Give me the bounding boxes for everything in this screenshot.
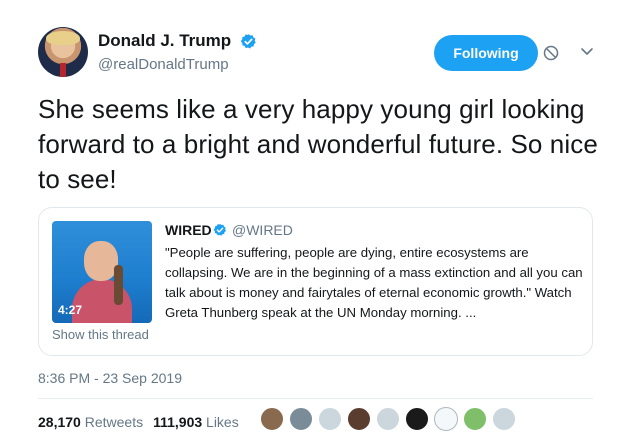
liker-avatar[interactable] [492, 407, 516, 431]
quoted-tweet-text: "People are suffering, people are dying,… [165, 245, 583, 320]
liker-avatar[interactable] [347, 407, 371, 431]
thumbnail-figure-braid [114, 265, 123, 305]
avatar-tie [60, 63, 66, 77]
quoted-verified-badge-icon [213, 223, 226, 236]
avatar-hair [46, 31, 80, 45]
tweet-stats: 28,170 Retweets 111,903 Likes [38, 414, 239, 430]
liker-avatar[interactable] [463, 407, 487, 431]
author-handle[interactable]: @realDonaldTrump [98, 56, 229, 73]
show-thread-link[interactable]: Show this thread [52, 327, 149, 342]
tweet-text: She seems like a very happy young girl l… [38, 94, 598, 194]
tweet-card: Donald J. Trump @realDonaldTrump Followi… [0, 0, 630, 447]
video-thumbnail[interactable]: 4:27 [52, 221, 152, 323]
thumbnail-figure-face [84, 241, 118, 281]
liker-avatar[interactable] [318, 407, 342, 431]
liker-avatar[interactable] [376, 407, 400, 431]
liker-avatar[interactable] [405, 407, 429, 431]
author-avatar[interactable] [38, 27, 88, 77]
author-name[interactable]: Donald J. Trump [98, 31, 231, 51]
liker-avatar[interactable] [260, 407, 284, 431]
retweets-count: 28,170 [38, 414, 81, 430]
divider [38, 398, 593, 399]
likes-stat[interactable]: 111,903 Likes [153, 414, 239, 430]
chevron-down-icon[interactable] [580, 47, 594, 57]
video-duration: 4:27 [58, 303, 83, 317]
verified-badge-icon [240, 34, 256, 49]
retweets-label: Retweets [84, 414, 144, 430]
block-icon[interactable] [543, 45, 559, 61]
quoted-author-name[interactable]: WIRED [165, 222, 212, 238]
following-button[interactable]: Following [434, 35, 538, 71]
quoted-author-handle[interactable]: @WIRED [232, 222, 293, 238]
retweets-stat[interactable]: 28,170 Retweets [38, 414, 143, 430]
tweet-timestamp[interactable]: 8:36 PM - 23 Sep 2019 [38, 370, 182, 386]
quoted-tweet[interactable]: 4:27 WIRED @WIRED "People are suffering,… [38, 207, 593, 356]
liker-avatar[interactable] [289, 407, 313, 431]
liker-avatar[interactable] [434, 407, 458, 431]
likes-count: 111,903 [153, 414, 203, 430]
likes-label: Likes [206, 414, 239, 430]
